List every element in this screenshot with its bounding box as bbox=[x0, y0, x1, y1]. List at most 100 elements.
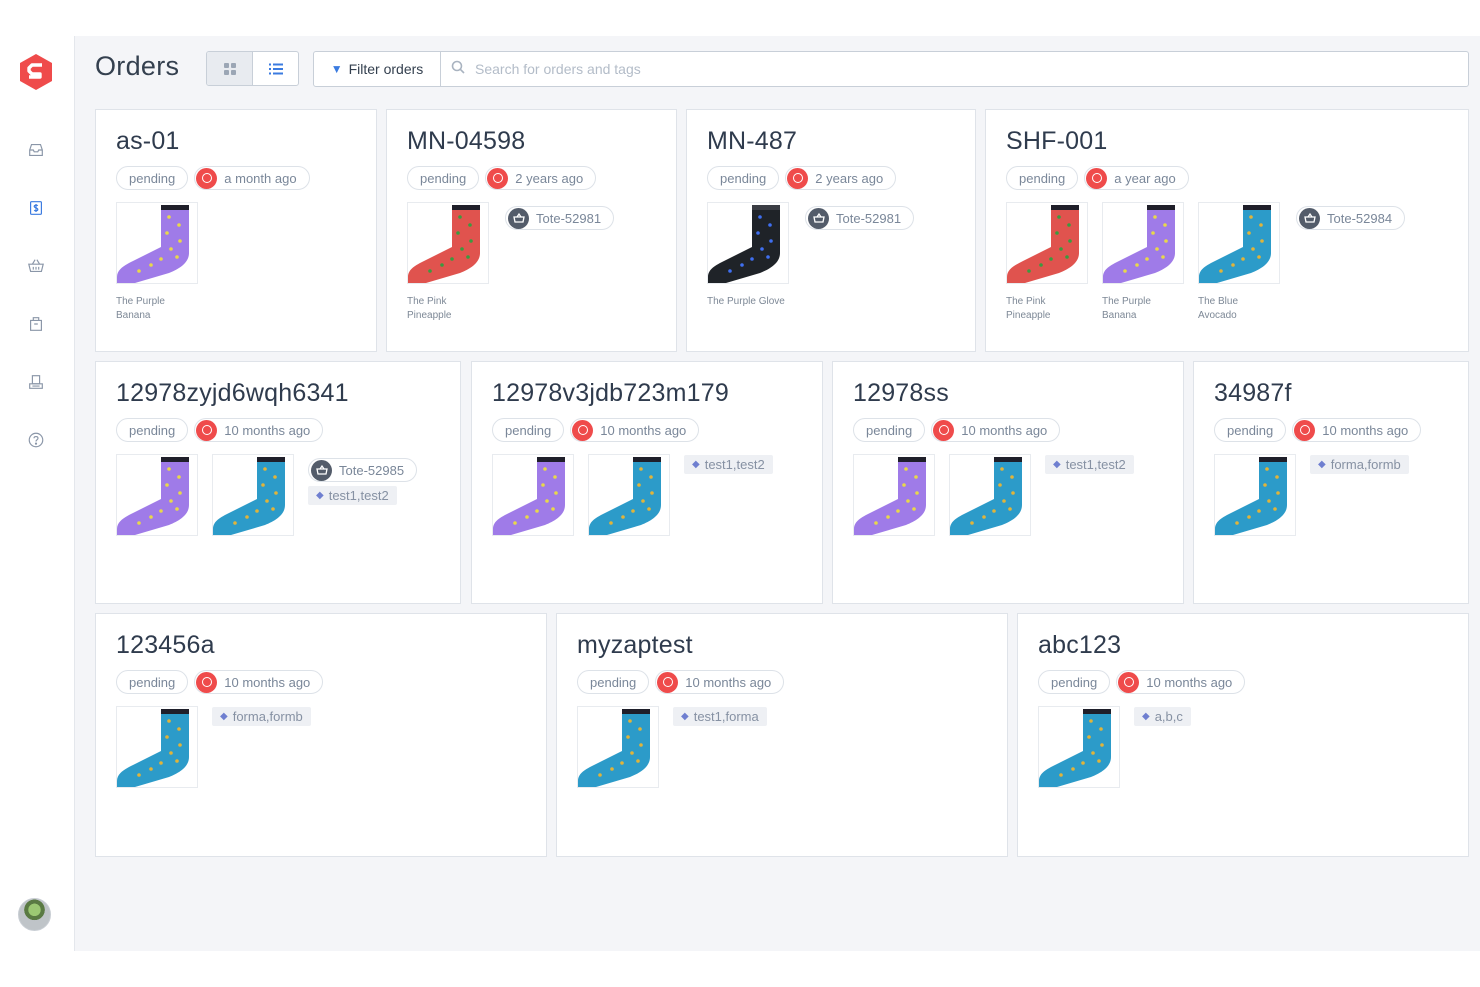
inbox-icon[interactable] bbox=[26, 140, 46, 160]
tote-label: Tote-52984 bbox=[1327, 210, 1393, 226]
list-view-button[interactable] bbox=[253, 52, 298, 85]
time-label: 10 months ago bbox=[1146, 674, 1233, 690]
status-badge: pending bbox=[407, 166, 480, 190]
time-label: a month ago bbox=[224, 170, 297, 186]
tag-label: test1,test2 bbox=[1065, 457, 1126, 472]
order-card[interactable]: MN-04598 pending 2 years ago The Pink Pi… bbox=[386, 109, 677, 352]
order-item[interactable] bbox=[949, 454, 1031, 536]
grid-icon bbox=[223, 62, 236, 75]
order-item[interactable]: The Pink Pineapple bbox=[407, 202, 489, 323]
order-item[interactable]: The Blue Avocado bbox=[1198, 202, 1280, 323]
order-item[interactable]: The Purple Banana bbox=[116, 202, 198, 323]
order-id[interactable]: MN-487 bbox=[707, 127, 797, 156]
time-badge: 10 months ago bbox=[570, 418, 700, 442]
tote-label: Tote-52981 bbox=[536, 210, 602, 226]
item-name: The Pink Pineapple bbox=[407, 296, 452, 321]
order-item[interactable] bbox=[116, 706, 198, 788]
basket-icon[interactable] bbox=[26, 256, 46, 276]
order-meta: pending 2 years ago bbox=[407, 166, 597, 190]
tag-badge[interactable]: ◆ test1,test2 bbox=[684, 455, 773, 474]
order-card[interactable]: 12978zyjd6wqh6341 pending 10 months ago … bbox=[95, 361, 461, 604]
order-item[interactable]: The Purple Glove bbox=[707, 202, 789, 309]
item-name: The Pink Pineapple bbox=[1006, 296, 1051, 321]
order-id[interactable]: 12978ss bbox=[853, 379, 949, 408]
order-item[interactable] bbox=[492, 454, 574, 536]
order-badges: Tote-52985 ◆ test1,test2 bbox=[308, 458, 418, 505]
order-item[interactable] bbox=[588, 454, 670, 536]
time-label: 2 years ago bbox=[515, 170, 584, 186]
order-id[interactable]: 34987f bbox=[1214, 379, 1292, 408]
order-id[interactable]: myzaptest bbox=[577, 631, 693, 660]
tag-badge[interactable]: ◆ a,b,c bbox=[1134, 707, 1191, 726]
order-card[interactable]: MN-487 pending 2 years ago The Purple Gl… bbox=[686, 109, 976, 352]
order-item[interactable] bbox=[1214, 454, 1296, 536]
tag-label: test1,test2 bbox=[328, 488, 389, 503]
order-id[interactable]: 123456a bbox=[116, 631, 215, 660]
order-card[interactable]: 12978v3jdb723m179 pending 10 months ago … bbox=[471, 361, 823, 604]
grid-view-button[interactable] bbox=[207, 52, 253, 85]
order-meta: pending 10 months ago bbox=[577, 670, 785, 694]
package-icon[interactable] bbox=[26, 314, 46, 334]
dollar-icon[interactable] bbox=[26, 198, 46, 218]
order-id[interactable]: as-01 bbox=[116, 127, 180, 156]
brand-logo[interactable] bbox=[17, 53, 55, 91]
avatar[interactable] bbox=[18, 898, 51, 931]
order-card[interactable]: 12978ss pending 10 months ago ◆ test1,te… bbox=[832, 361, 1184, 604]
time-badge: 10 months ago bbox=[194, 418, 324, 442]
clock-icon bbox=[1086, 167, 1108, 189]
filter-orders-button[interactable]: ▼ Filter orders bbox=[313, 51, 441, 87]
clock-icon bbox=[1118, 671, 1140, 693]
item-name: The Purple Banana bbox=[1102, 296, 1151, 321]
order-badges: ◆ a,b,c bbox=[1134, 707, 1191, 726]
order-id[interactable]: MN-04598 bbox=[407, 127, 525, 156]
order-item[interactable] bbox=[116, 454, 198, 536]
search-input[interactable] bbox=[475, 61, 1375, 77]
order-card[interactable]: 123456a pending 10 months ago ◆ forma,fo… bbox=[95, 613, 547, 857]
sock-thumbnail bbox=[116, 454, 198, 536]
clock-icon bbox=[196, 419, 218, 441]
printer-icon[interactable] bbox=[26, 372, 46, 392]
order-item[interactable] bbox=[853, 454, 935, 536]
tag-badge[interactable]: ◆ test1,test2 bbox=[308, 486, 397, 505]
order-card[interactable]: SHF-001 pending a year ago The Pink Pine… bbox=[985, 109, 1469, 352]
order-card[interactable]: myzaptest pending 10 months ago ◆ test1,… bbox=[556, 613, 1008, 857]
tote-badge[interactable]: Tote-52984 bbox=[1296, 206, 1406, 230]
tag-badge[interactable]: ◆ test1,test2 bbox=[1045, 455, 1134, 474]
order-item[interactable]: The Purple Banana bbox=[1102, 202, 1184, 323]
order-item[interactable] bbox=[1038, 706, 1120, 788]
sock-thumbnail bbox=[949, 454, 1031, 536]
order-id[interactable]: SHF-001 bbox=[1006, 127, 1107, 156]
order-card[interactable]: abc123 pending 10 months ago ◆ a,b,c bbox=[1017, 613, 1469, 857]
time-badge: 10 months ago bbox=[194, 670, 324, 694]
tag-badge[interactable]: ◆ test1,forma bbox=[673, 707, 767, 726]
time-label: 10 months ago bbox=[600, 422, 687, 438]
tote-badge[interactable]: Tote-52981 bbox=[805, 206, 915, 230]
order-card[interactable]: 34987f pending 10 months ago ◆ forma,for… bbox=[1193, 361, 1469, 604]
order-id[interactable]: 12978zyjd6wqh6341 bbox=[116, 379, 349, 408]
time-label: 2 years ago bbox=[815, 170, 884, 186]
order-meta: pending 10 months ago bbox=[116, 418, 324, 442]
clock-icon bbox=[196, 167, 218, 189]
time-label: 10 months ago bbox=[224, 422, 311, 438]
order-item[interactable] bbox=[212, 454, 294, 536]
tag-badge[interactable]: ◆ forma,formb bbox=[212, 707, 311, 726]
tote-badge[interactable]: Tote-52981 bbox=[505, 206, 615, 230]
order-item[interactable]: The Pink Pineapple bbox=[1006, 202, 1088, 323]
tag-icon: ◆ bbox=[681, 711, 689, 722]
tag-badge[interactable]: ◆ forma,formb bbox=[1310, 455, 1409, 474]
clock-icon bbox=[572, 419, 594, 441]
sock-thumbnail bbox=[1214, 454, 1296, 536]
status-badge: pending bbox=[853, 418, 926, 442]
order-id[interactable]: abc123 bbox=[1038, 631, 1121, 660]
help-icon[interactable] bbox=[26, 430, 46, 450]
basket-icon bbox=[808, 207, 829, 229]
status-badge: pending bbox=[116, 670, 189, 694]
order-badges: ◆ forma,formb bbox=[212, 707, 311, 726]
order-card[interactable]: as-01 pending a month ago The Purple Ban… bbox=[95, 109, 377, 352]
tote-badge[interactable]: Tote-52985 bbox=[308, 458, 418, 482]
order-id[interactable]: 12978v3jdb723m179 bbox=[492, 379, 729, 408]
sock-thumbnail bbox=[407, 202, 489, 284]
sock-thumbnail bbox=[707, 202, 789, 284]
time-badge: a year ago bbox=[1084, 166, 1189, 190]
order-item[interactable] bbox=[577, 706, 659, 788]
